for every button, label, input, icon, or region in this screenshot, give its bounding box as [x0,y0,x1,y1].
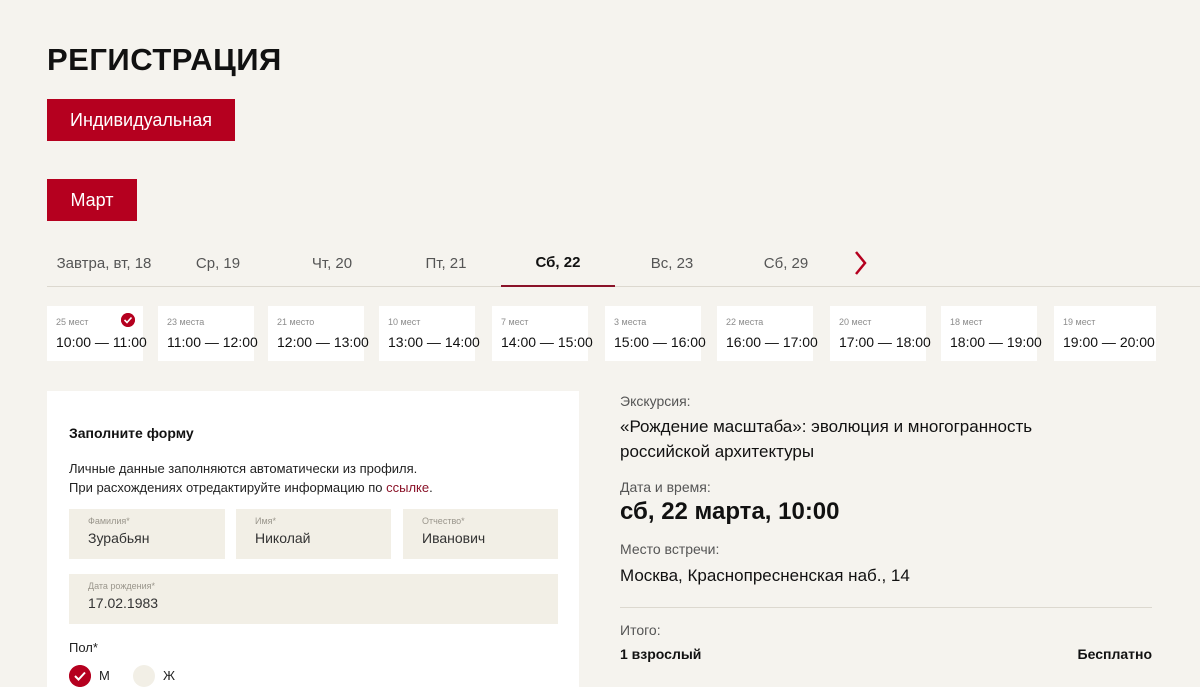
info-label: Экскурсия: [620,393,691,409]
time-slot[interactable]: 23 места 11:00 — 12:00 [158,306,258,361]
form-title: Заполните форму [69,425,194,441]
form-note: Личные данные заполняются автоматически … [69,459,433,497]
place-text: Москва, Краснопресненская наб., 14 [620,566,910,585]
time-slot[interactable]: 3 места 15:00 — 16:00 [605,306,706,361]
form-note-line: Личные данные заполняются автоматически … [69,461,418,476]
slot-time: 12:00 — 13:00 [277,334,369,350]
slot-capacity: 7 мест [501,317,529,327]
place-value: Москва, Краснопресненская наб., 14 [620,563,910,588]
date-tab-active[interactable]: Сб, 22 [501,240,615,287]
profile-link[interactable]: ссылке [386,480,429,495]
slot-time: 13:00 — 14:00 [388,334,480,350]
date-tab[interactable]: Ср, 19 [161,240,275,287]
gender-f-label: Ж [163,668,176,683]
time-slot[interactable]: 7 мест 14:00 — 15:00 [492,306,593,361]
total-label: Итого: [620,622,661,638]
page-title: РЕГИСТРАЦИЯ [47,42,282,77]
total-people: 1 взрослый [620,646,702,662]
chevron-right-icon[interactable] [851,248,871,278]
date-tabs: Завтра, вт, 18 Ср, 19 Чт, 20 Пт, 21 Сб, … [47,240,1200,287]
slot-capacity: 10 мест [388,317,421,327]
slot-time: 10:00 — 11:00 [56,334,147,350]
time-slot-selected[interactable]: 25 мест 10:00 — 11:00 [47,306,147,361]
form-note-line: При расхождениях отредактируйте информац… [69,478,433,497]
patronymic-field[interactable]: Отчество* Иванович [403,509,558,559]
slot-capacity: 21 место [277,317,315,327]
field-label: Имя* [255,516,277,526]
place-label: Место встречи: [620,541,719,557]
registration-type-button[interactable]: Индивидуальная [47,99,235,141]
slot-capacity: 23 места [167,317,205,327]
time-slot[interactable]: 22 места 16:00 — 17:00 [717,306,818,361]
field-label: Фамилия* [88,516,130,526]
slot-capacity: 19 мест [1063,317,1096,327]
slot-time: 11:00 — 12:00 [167,334,258,350]
slot-time: 14:00 — 15:00 [501,334,593,350]
excursion-label: Экскурсия: [620,393,691,409]
excursion-title-line: «Рождение масштаба»: эволюция и многогра… [620,417,1033,436]
birthdate-field[interactable]: Дата рождения* 17.02.1983 [69,574,558,624]
slot-capacity: 22 места [726,317,764,327]
total-price: Бесплатно [1077,646,1152,662]
field-value: 17.02.1983 [88,595,159,611]
date-tab[interactable]: Пт, 21 [389,240,503,287]
info-label: Место встречи: [620,541,720,557]
field-label: Отчество* [422,516,465,526]
date-tab[interactable]: Завтра, вт, 18 [47,240,161,287]
slot-time: 16:00 — 17:00 [726,334,818,350]
form-note-text: При расхождениях отредактируйте информац… [69,480,387,495]
check-icon [121,313,135,327]
excursion-title: «Рождение масштаба»: эволюция и многогра… [620,414,1032,464]
gender-f-radio[interactable] [133,665,155,687]
slot-time: 19:00 — 20:00 [1063,334,1155,350]
slot-time: 18:00 — 19:00 [950,334,1042,350]
date-tab[interactable]: Чт, 20 [275,240,389,287]
info-label: Итого: [620,622,661,638]
slot-capacity: 20 мест [839,317,872,327]
surname-field[interactable]: Фамилия* Зурабьян [69,509,225,559]
slot-capacity: 18 мест [950,317,983,327]
slot-time: 15:00 — 16:00 [614,334,706,350]
field-label: Дата рождения* [88,581,155,591]
divider [620,607,1152,608]
name-field[interactable]: Имя* Николай [236,509,391,559]
field-value: Иванович [422,530,486,546]
slot-capacity: 25 мест [56,317,89,327]
form-note-text: . [429,480,433,495]
datetime-value: сб, 22 марта, 10:00 [620,498,840,526]
month-button[interactable]: Март [47,179,137,221]
datetime-text: сб, 22 марта, 10:00 [620,498,840,525]
date-tab[interactable]: Сб, 29 [729,240,843,287]
time-slot[interactable]: 21 место 12:00 — 13:00 [268,306,369,361]
time-slot[interactable]: 10 мест 13:00 — 14:00 [379,306,480,361]
field-value: Зурабьян [88,530,150,546]
date-tab[interactable]: Вс, 23 [615,240,729,287]
time-slot[interactable]: 19 мест 19:00 — 20:00 [1054,306,1156,361]
slot-time: 17:00 — 18:00 [839,334,931,350]
registration-form: Заполните форму Личные данные заполняютс… [47,391,579,687]
time-slot[interactable]: 20 мест 17:00 — 18:00 [830,306,931,361]
excursion-title-line: российской архитектуры [620,442,815,461]
slot-capacity: 3 места [614,317,647,327]
total-row: 1 взрослый Бесплатно [620,646,1152,662]
time-slot[interactable]: 18 мест 18:00 — 19:00 [941,306,1042,361]
datetime-label: Дата и время: [620,479,711,495]
gender-m-label: М [99,668,110,683]
info-label: Дата и время: [620,479,711,495]
gender-label: Пол* [69,640,98,655]
field-value: Николай [255,530,311,546]
gender-m-radio[interactable] [69,665,91,687]
